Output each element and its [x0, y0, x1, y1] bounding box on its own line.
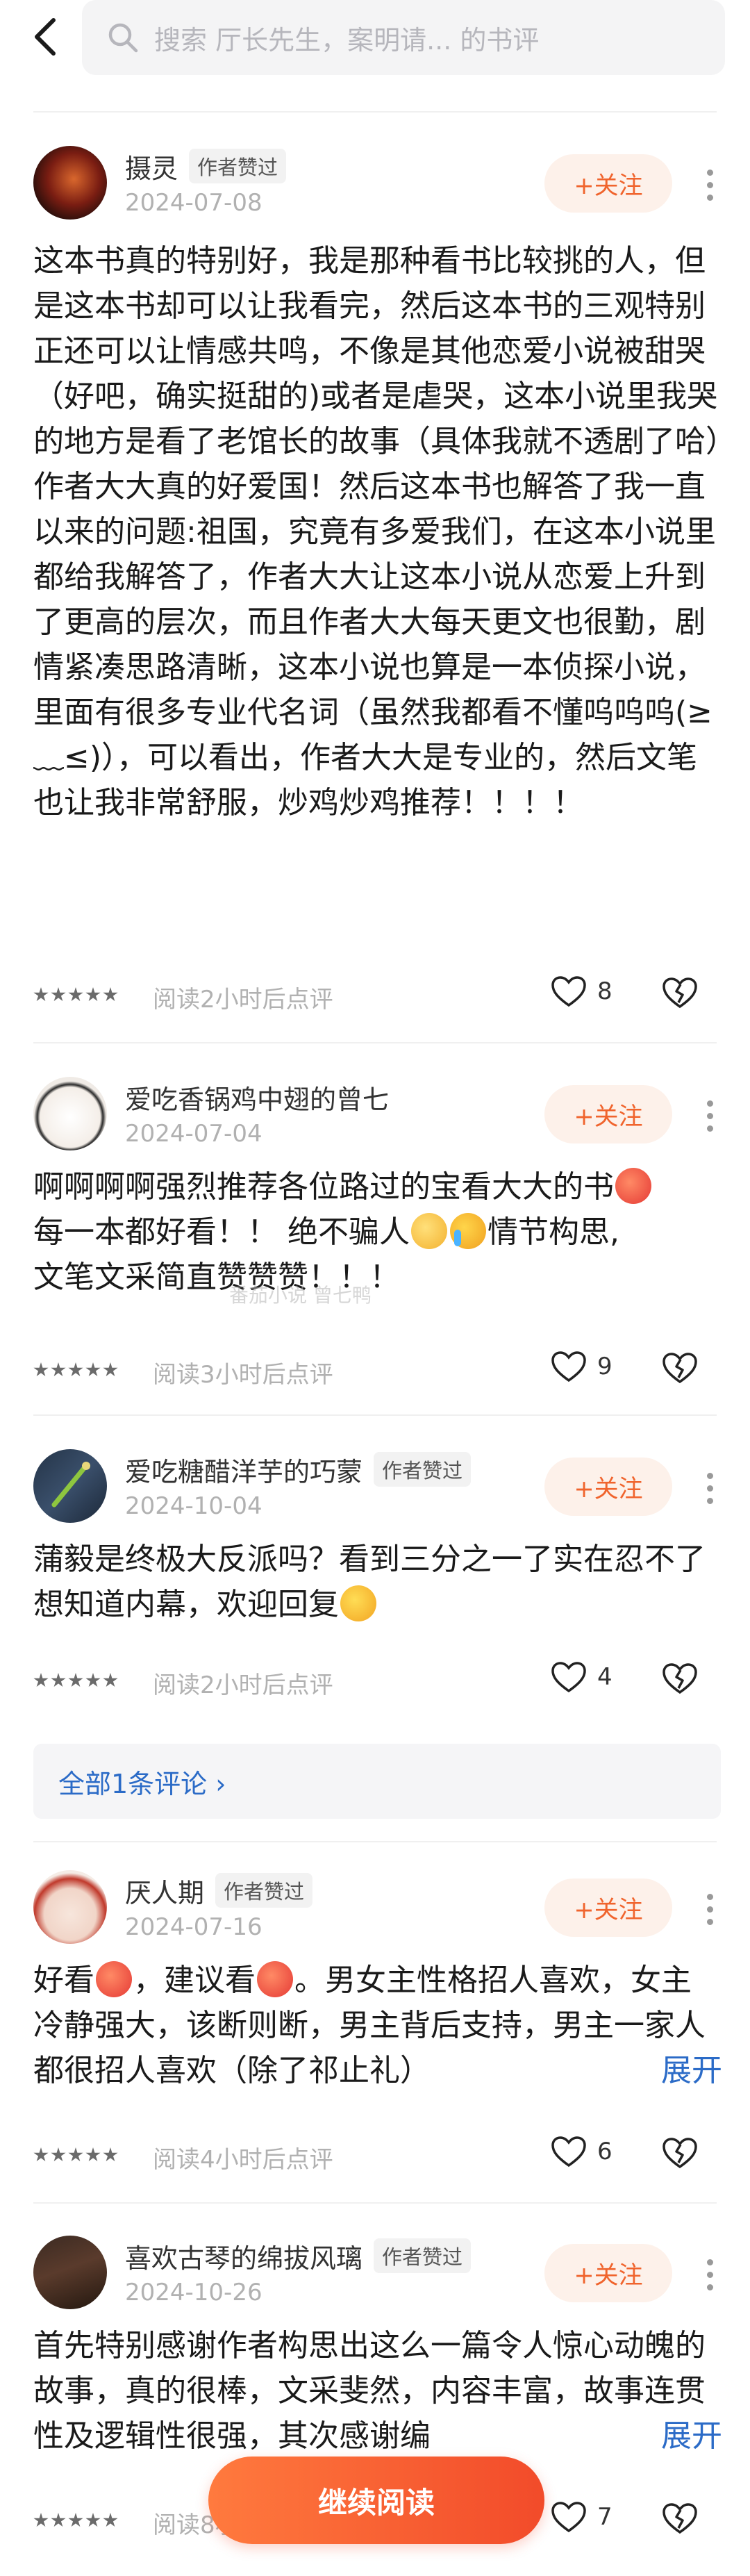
avatar[interactable] [33, 146, 107, 220]
like-count: 7 [597, 2503, 612, 2531]
kiss-emoji-icon [96, 1961, 132, 1997]
read-time: 阅读2小时后点评 [153, 1671, 333, 1699]
review-date: 2024-07-04 [125, 1120, 262, 1148]
like-button[interactable]: 8 [550, 975, 612, 1008]
author-liked-badge: 作者赞过 [374, 1452, 472, 1487]
more-options-icon[interactable] [697, 157, 722, 213]
broken-heart-icon [662, 2503, 697, 2534]
read-time: 阅读3小时后点评 [153, 1361, 333, 1389]
more-options-icon[interactable] [697, 1088, 722, 1143]
review-meta: 阅读2小时后点评 8 [33, 975, 721, 1016]
crying-emoji-icon [450, 1213, 486, 1249]
search-placeholder: 搜索 厅长先生，案明请... 的书评 [154, 24, 540, 56]
star-rating [33, 1673, 118, 1688]
review-text: 这本书真的特别好，我是那种看书比较挑的人，但是这本书却可以让我看完，然后这本书的… [33, 243, 721, 820]
like-button[interactable]: 9 [550, 1350, 612, 1383]
review-meta: 阅读4小时后点评 6 [33, 2135, 721, 2177]
like-count: 8 [597, 977, 612, 1005]
heart-icon [551, 1662, 586, 1693]
search-input[interactable]: 搜索 厅长先生，案明请... 的书评 [82, 0, 725, 75]
follow-button[interactable]: +关注 [544, 2244, 672, 2302]
chevron-left-icon [35, 18, 56, 56]
continue-reading-button[interactable]: 继续阅读 [208, 2457, 544, 2544]
author-liked-badge: 作者赞过 [189, 149, 287, 183]
review-date: 2024-07-16 [125, 1913, 262, 1941]
like-count: 4 [597, 1663, 612, 1691]
star-rating [33, 987, 118, 1002]
broken-heart-icon [662, 977, 697, 1009]
heart-icon [551, 1351, 586, 1382]
broken-heart-icon [662, 2138, 697, 2169]
like-count: 9 [597, 1353, 612, 1380]
star-rating [33, 2513, 118, 2528]
review-date: 2024-10-04 [125, 1492, 262, 1520]
text-fade [549, 2048, 646, 2093]
search-icon [108, 23, 138, 53]
dislike-button[interactable] [661, 976, 699, 1012]
star-rating [33, 1362, 118, 1378]
star-rating [33, 2147, 118, 2163]
review-date: 2024-10-26 [125, 2279, 262, 2306]
avatar[interactable] [33, 2236, 107, 2309]
like-count: 6 [597, 2138, 612, 2165]
username[interactable]: 喜欢古琴的绵拔风璃 作者赞过 [125, 2237, 472, 2275]
review-date: 2024-07-08 [125, 189, 262, 217]
like-button[interactable]: 4 [550, 1660, 612, 1694]
more-options-icon[interactable] [697, 1881, 722, 1937]
kiss-emoji-icon [615, 1168, 651, 1204]
dislike-button[interactable] [661, 1351, 699, 1387]
avatar[interactable] [33, 1449, 107, 1523]
broken-heart-icon [662, 1353, 697, 1384]
avatar[interactable] [33, 1077, 107, 1150]
username[interactable]: 摄灵 作者赞过 [125, 147, 287, 185]
author-liked-badge: 作者赞过 [215, 1873, 313, 1908]
divider [33, 1042, 717, 1043]
pleading-emoji-icon [411, 1213, 447, 1249]
watermark: 番茄小说 曾七鸭 [229, 1284, 372, 1307]
review-text: 蒲毅是终极大反派吗？看到三分之一了实在忍不了想知道内幕，欢迎回复 [33, 1542, 706, 1622]
divider [33, 111, 717, 113]
username[interactable]: 厌人期 作者赞过 [125, 1872, 313, 1910]
expand-button[interactable]: 展开 [642, 2048, 722, 2093]
broken-heart-icon [662, 1663, 697, 1694]
review-page: 搜索 厅长先生，案明请... 的书评 摄灵 作者赞过 2024-07-08 +关注… [0, 0, 750, 2576]
heart-icon [551, 976, 586, 1007]
text-fade [549, 2413, 646, 2459]
heart-icon [551, 2136, 586, 2168]
follow-button[interactable]: +关注 [544, 154, 672, 213]
dislike-button[interactable] [661, 2502, 699, 2538]
back-button[interactable] [21, 13, 69, 61]
divider [33, 1414, 717, 1416]
author-liked-badge: 作者赞过 [374, 2238, 472, 2273]
follow-button[interactable]: +关注 [544, 1085, 672, 1143]
username[interactable]: 爱吃香锅鸡中翅的曾七 [125, 1078, 389, 1116]
dislike-button[interactable] [661, 2136, 699, 2172]
follow-button[interactable]: +关注 [544, 1458, 672, 1516]
avatar[interactable] [33, 1870, 107, 1944]
all-comments-link[interactable]: 全部1条评论 › [33, 1744, 721, 1819]
follow-button[interactable]: +关注 [544, 1879, 672, 1937]
shy-emoji-icon [340, 1585, 376, 1621]
divider [33, 1841, 717, 1842]
read-time: 阅读2小时后点评 [153, 986, 333, 1014]
review-meta: 阅读2小时后点评 4 [33, 1660, 721, 1702]
dislike-button[interactable] [661, 1662, 699, 1698]
heart-icon [551, 2502, 586, 2533]
top-bar: 搜索 厅长先生，案明请... 的书评 [0, 0, 750, 113]
username[interactable]: 爱吃糖醋洋芋的巧蒙 作者赞过 [125, 1451, 472, 1489]
review-text: 啊啊啊啊强烈推荐各位路过的宝看大大的书 每一本都好看！！ 绝不骗人 情节构思, 文… [33, 1164, 721, 1300]
like-button[interactable]: 7 [550, 2500, 612, 2534]
kiss-emoji-icon [257, 1961, 293, 1997]
like-button[interactable]: 6 [550, 2135, 612, 2168]
divider [33, 2202, 717, 2204]
review-meta: 阅读3小时后点评 9 [33, 1350, 721, 1392]
more-options-icon[interactable] [697, 1460, 722, 1516]
more-options-icon[interactable] [697, 2247, 722, 2302]
read-time: 阅读4小时后点评 [153, 2146, 333, 2174]
expand-button[interactable]: 展开 [642, 2413, 722, 2459]
